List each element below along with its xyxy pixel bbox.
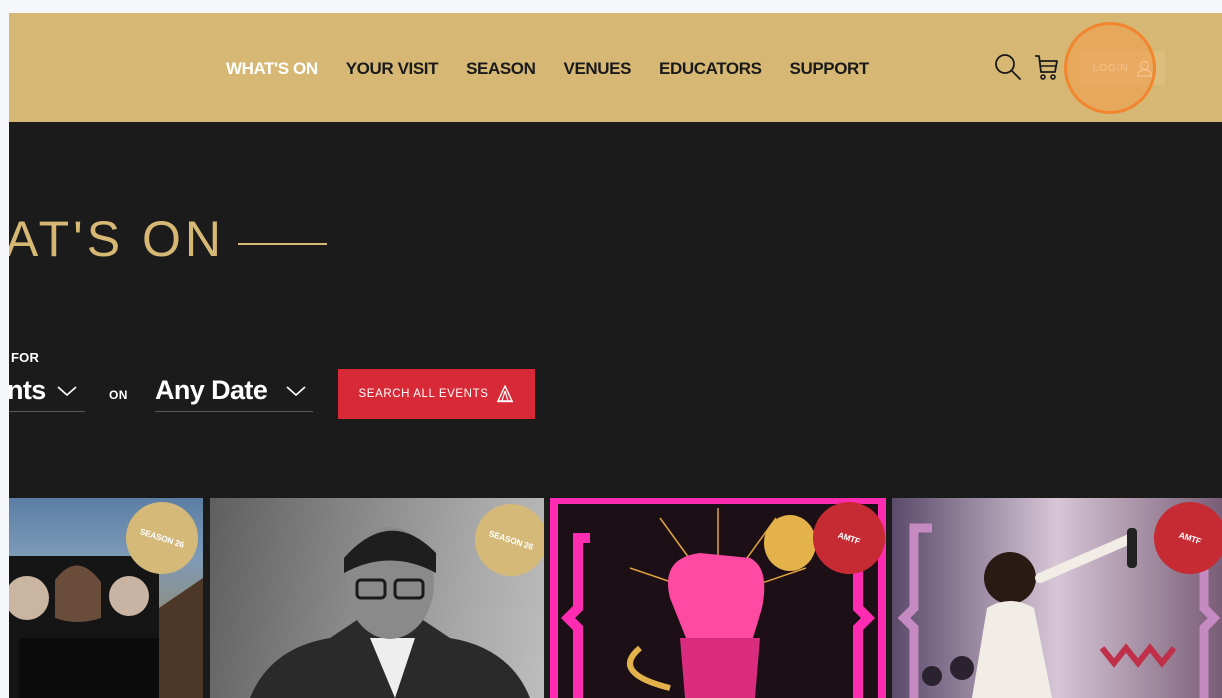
nav-item-your-visit[interactable]: YOUR VISIT: [346, 59, 439, 79]
date-select[interactable]: Any Date: [155, 370, 313, 412]
event-card-4[interactable]: AMTF: [892, 498, 1222, 698]
page-title: AT'S ON: [9, 211, 225, 267]
event-card-1[interactable]: SEASON 26: [9, 498, 203, 698]
nav-item-venues[interactable]: VENUES: [564, 59, 632, 79]
chevron-down-icon: [286, 385, 306, 396]
cart-button[interactable]: [1029, 50, 1063, 84]
user-icon: [1137, 60, 1153, 77]
search-button[interactable]: [991, 50, 1025, 84]
login-button[interactable]: LOGIN: [1081, 51, 1165, 85]
title-divider: [238, 243, 327, 245]
event-card-2[interactable]: SEASON 26: [210, 498, 544, 698]
cart-icon: [1035, 55, 1058, 80]
site-header: WHAT'S ON YOUR VISIT SEASON VENUES EDUCA…: [9, 13, 1222, 122]
page: WHAT'S ON YOUR VISIT SEASON VENUES EDUCA…: [9, 13, 1222, 698]
search-icon: [995, 54, 1021, 80]
tent-icon: [497, 385, 514, 403]
event-type-select[interactable]: nts: [9, 370, 85, 412]
for-label: FOR: [11, 350, 40, 365]
event-card-3[interactable]: AMTF: [550, 498, 886, 698]
date-value: Any Date: [155, 375, 268, 405]
chevron-down-icon: [57, 385, 77, 396]
nav-item-educators[interactable]: EDUCATORS: [659, 59, 762, 79]
event-type-value: nts: [9, 375, 46, 405]
nav-item-support[interactable]: SUPPORT: [790, 59, 870, 79]
on-label: ON: [109, 388, 128, 402]
main-nav: WHAT'S ON YOUR VISIT SEASON VENUES EDUCA…: [226, 59, 897, 79]
login-label: LOGIN: [1092, 62, 1129, 74]
nav-item-whats-on[interactable]: WHAT'S ON: [226, 59, 318, 79]
search-button-label: SEARCH ALL EVENTS: [358, 388, 489, 400]
nav-item-season[interactable]: SEASON: [466, 59, 536, 79]
search-all-events-button[interactable]: SEARCH ALL EVENTS: [338, 369, 535, 419]
